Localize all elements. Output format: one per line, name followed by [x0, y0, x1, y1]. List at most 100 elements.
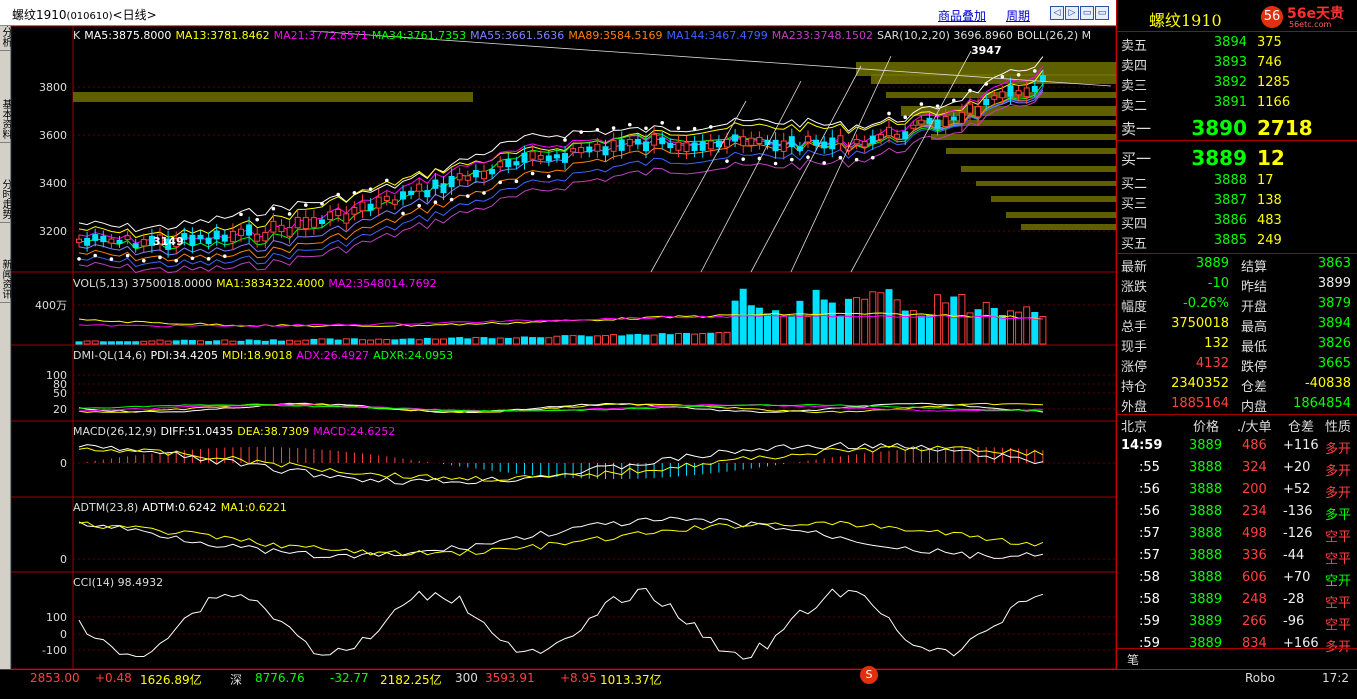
high-price-annotation: 3947 [971, 44, 1002, 57]
ma-line-4 [78, 89, 1044, 256]
stat-row-4: 现手 132 最低 3826 [1117, 336, 1357, 356]
status-item-7: 300 [455, 671, 478, 685]
main-indicator-8: MA233:3748.1502 [771, 29, 873, 42]
main-indicator-9: SAR(10,2,20) 3696.8960 [876, 29, 1013, 42]
candle-body-119 [1039, 75, 1046, 82]
stat-label-right: 最低 [1241, 340, 1268, 355]
volume-bar-79 [715, 332, 723, 345]
volume-bar-58 [545, 337, 553, 345]
candle-body-49 [472, 170, 479, 178]
sar-dot-16 [206, 257, 211, 261]
dmi-indicator-header: DMI-QL(14,6) PDI:34.4205 MDI:18.9018 ADX:26… [73, 349, 457, 362]
stat-label-left: 最新 [1121, 260, 1148, 275]
volume-bar-12 [172, 340, 180, 345]
candle-body-36 [367, 203, 374, 211]
volume-bar-64 [593, 335, 601, 345]
volume-indicator-0: VOL(5,13) 3750018.0000 [73, 277, 213, 290]
volume-bar-69 [634, 333, 642, 345]
ask-row-4: 卖一 3890 2718 [1117, 116, 1357, 140]
candle-body-7 [132, 243, 139, 249]
macd-indicator-3: MACD:24.6252 [313, 425, 396, 438]
ask-price: 3894 [1213, 35, 1247, 50]
tick-volume: 486 [1242, 438, 1267, 453]
bid-label: 买三 [1121, 197, 1148, 212]
ask-volume: 1285 [1257, 75, 1291, 90]
volume-bar-97 [861, 298, 869, 345]
volume-bar-67 [618, 335, 626, 345]
tick-row-2: :56 3888 200 +52 多开 [1117, 482, 1357, 504]
ticks-tab[interactable]: 笔 [1127, 651, 1139, 668]
overlay-link[interactable]: 商品叠加 [938, 7, 986, 24]
tick-oi: +52 [1283, 482, 1311, 497]
candle-body-35 [359, 201, 366, 212]
cci-ytick-0: 100 [46, 611, 67, 624]
candle-body-118 [1031, 85, 1038, 92]
candle-body-116 [1015, 90, 1022, 96]
maximize-icon[interactable]: ▭ [1095, 6, 1109, 20]
candle-body-113 [991, 95, 998, 100]
candle-body-105 [926, 117, 933, 125]
candle-body-82 [740, 136, 747, 147]
sar-dot-14 [190, 256, 195, 261]
kline-chart-area[interactable]: 3800 3600 3400 3200 400万 100 80 50 20 0 0 100 0 -100 … [11, 26, 1116, 686]
stat-label-left: 幅度 [1121, 300, 1148, 315]
candle-body-41 [408, 190, 415, 195]
stat-value-right: 3879 [1317, 296, 1351, 311]
volume-profile-bar-11 [1021, 224, 1116, 230]
candle-body-42 [416, 183, 423, 192]
sar-dot-78 [709, 125, 713, 129]
dmi-ytick-2: 50 [53, 387, 67, 400]
sar-dot-92 [822, 161, 826, 165]
volume-bar-33 [342, 338, 350, 345]
sar-dot-96 [854, 157, 859, 162]
prev-icon[interactable]: ◁ [1050, 6, 1064, 20]
dmi-ytick-3: 20 [53, 403, 67, 416]
dmi-indicator-3: ADX:26.4927 [296, 349, 370, 362]
tab-news[interactable]: 新闻资讯 [0, 256, 11, 303]
tick-time: :57 [1139, 526, 1160, 541]
candle-body-26 [286, 227, 293, 237]
window-icon[interactable]: ▭ [1080, 6, 1094, 20]
volume-bar-85 [764, 313, 771, 345]
volume-bar-109 [958, 294, 966, 345]
cycle-link[interactable]: 周期 [1006, 7, 1030, 24]
stat-label-left: 涨停 [1121, 360, 1148, 375]
ask-row-1: 卖四 3893 746 [1117, 55, 1357, 75]
tab-basic-info[interactable]: 基本资料 [0, 96, 11, 143]
dmi-indicator-0: DMI-QL(14,6) [73, 349, 147, 362]
tick-price: 3888 [1189, 460, 1223, 475]
volume-bar-15 [197, 340, 204, 345]
tick-row-4: :57 3888 498 -126 空平 [1117, 526, 1357, 548]
candle-body-69 [634, 138, 641, 145]
cci-ytick-1: 0 [60, 628, 67, 641]
cci-indicator-header: CCI(14) 98.4932 [73, 576, 167, 589]
tab-timeshare[interactable]: 分时走势 [0, 176, 11, 223]
ticks-header-oi: 仓差 [1288, 420, 1315, 435]
stat-value-left: 3750018 [1171, 316, 1229, 331]
volume-bar-80 [723, 331, 731, 345]
stat-value-left: -0.26% [1183, 296, 1229, 311]
volume-bar-24 [269, 339, 277, 345]
volume-bar-35 [359, 339, 366, 345]
volume-bar-6 [124, 341, 132, 345]
bid-volume: 249 [1257, 233, 1282, 248]
candle-body-86 [772, 139, 779, 152]
volume-bar-68 [626, 334, 634, 345]
candle-body-24 [270, 220, 277, 233]
dmi-indicator-2: MDI:18.9018 [222, 349, 293, 362]
next-icon[interactable]: ▷ [1065, 6, 1079, 20]
volume-bar-116 [1015, 311, 1023, 345]
candle-body-94 [837, 135, 844, 145]
stat-value-left: 3889 [1195, 256, 1229, 271]
tick-row-3: :56 3888 234 -136 多平 [1117, 504, 1357, 526]
candle-body-114 [999, 91, 1006, 99]
volume-bar-46 [448, 337, 456, 345]
volume-bar-66 [610, 334, 618, 345]
tick-time: 14:59 [1121, 438, 1163, 453]
macd-indicator-0: MACD(26,12,9) [73, 425, 157, 438]
adtm-indicator-header: ADTM(23,8) ADTM:0.6242 MA1:0.6221 [73, 501, 291, 514]
volume-bar-27 [294, 340, 302, 345]
candle-body-61 [570, 148, 577, 153]
ime-icon[interactable]: S [860, 666, 878, 684]
ask-label: 卖二 [1121, 99, 1148, 114]
